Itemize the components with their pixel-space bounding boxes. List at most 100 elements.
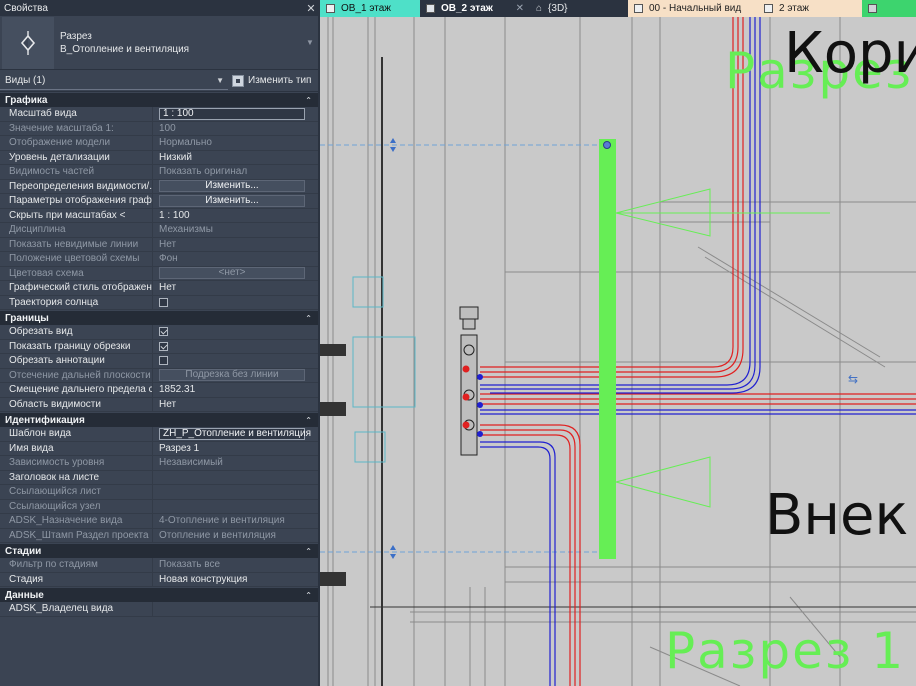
property-value-cell[interactable]: 1852.31 [152, 383, 318, 397]
tab-ov1[interactable]: ОВ_1 этаж [320, 0, 420, 17]
type-name: В_Отопление и вентиляция [60, 43, 190, 55]
close-icon[interactable]: ✕ [304, 2, 318, 15]
property-row[interactable]: Скрыть при масштабах < 1 : 100 [0, 208, 318, 223]
property-value-cell[interactable] [152, 354, 318, 368]
property-row[interactable]: Смещение дальнего предела с... 1852.31 [0, 383, 318, 398]
section-header[interactable]: Данные ⌃ [0, 588, 318, 602]
property-name: ADSK_Владелец вида [9, 603, 114, 615]
property-value-cell[interactable] [152, 470, 318, 484]
edit-type-button[interactable]: Изменить тип [232, 74, 312, 87]
property-row[interactable]: Заголовок на листе [0, 470, 318, 485]
collapse-icon[interactable]: ⌃ [305, 416, 312, 425]
view-tabs: ОВ_1 этаж ОВ_2 этаж ✕ ⌂ {3D} 00 - Началь… [320, 0, 916, 17]
section-header[interactable]: Стадии ⌃ [0, 544, 318, 558]
views-dropdown-label: Виды (1) [5, 74, 46, 86]
property-row[interactable]: Имя вида Разрез 1 [0, 441, 318, 456]
views-dropdown[interactable]: Виды (1) ▼ [0, 72, 228, 90]
property-checkbox[interactable] [159, 341, 168, 351]
property-value: 1852.31 [159, 384, 196, 396]
section-header[interactable]: Границы ⌃ [0, 311, 318, 325]
property-value-cell[interactable] [152, 325, 318, 339]
property-row[interactable]: Уровень детализации Низкий [0, 150, 318, 165]
collapse-icon[interactable]: ⌃ [305, 547, 312, 556]
property-button[interactable]: Изменить... [159, 194, 305, 207]
property-name: Обрезать аннотации [9, 355, 105, 367]
property-row[interactable]: Параметры отображения граф... Изменить... [0, 194, 318, 209]
property-row[interactable]: ADSK_Владелец вида [0, 602, 318, 617]
tab-3d[interactable]: ⌂ {3D} [530, 0, 628, 17]
property-value-cell: Нормально [152, 136, 318, 150]
section-header[interactable]: Идентификация ⌃ [0, 413, 318, 427]
properties-grid: Графика ⌃ Масштаб вида 1 : 100 Значение масш… [0, 93, 318, 617]
property-row[interactable]: Шаблон вида ZH_P_Отопление и вентиляция [0, 427, 318, 442]
property-input[interactable]: 1 : 100 [159, 107, 305, 120]
property-value-cell[interactable]: 1 : 100 [152, 208, 318, 222]
property-value-cell[interactable] [152, 602, 318, 616]
property-value: Отопление и вентиляция [159, 529, 276, 541]
property-value-cell: Показать оригинал [152, 165, 318, 179]
property-checkbox[interactable] [159, 356, 168, 366]
tab-floor2[interactable]: 2 этаж [758, 0, 862, 17]
tab-start-view[interactable]: 00 - Начальный вид [628, 0, 758, 17]
property-value-cell: 100 [152, 121, 318, 135]
property-value-cell[interactable]: Нет [152, 281, 318, 295]
property-row[interactable]: Масштаб вида 1 : 100 [0, 107, 318, 122]
tab-label: ОВ_1 этаж [341, 3, 391, 14]
property-value-cell[interactable]: ZH_P_Отопление и вентиляция [152, 427, 318, 441]
property-value-cell[interactable]: Новая конструкция [152, 572, 318, 586]
property-value-cell: Механизмы [152, 223, 318, 237]
property-value: 1 : 100 [159, 209, 190, 221]
property-value-cell: <нет> [152, 266, 318, 280]
property-value: 4-Отопление и вентиляция [159, 515, 285, 527]
property-name: Стадия [9, 573, 44, 585]
property-value-cell[interactable]: Изменить... [152, 194, 318, 208]
section-header[interactable]: Графика ⌃ [0, 93, 318, 107]
property-value-cell[interactable]: Изменить... [152, 179, 318, 193]
section-drawing[interactable]: ⇆ [320, 17, 916, 686]
property-value: Нет [159, 282, 177, 294]
property-value-cell[interactable]: 1 : 100 [152, 107, 318, 121]
property-row[interactable]: Показать границу обрезки [0, 339, 318, 354]
property-value-cell: Отопление и вентиляция [152, 528, 318, 542]
properties-title: Свойства [4, 2, 48, 14]
close-icon[interactable]: ✕ [516, 3, 524, 14]
property-value-cell[interactable] [152, 339, 318, 353]
property-row[interactable]: Обрезать вид [0, 325, 318, 340]
section-label-bottom-green: Разрез 1 [665, 622, 906, 680]
property-value-cell[interactable]: Нет [152, 397, 318, 411]
edit-type-label: Изменить тип [248, 75, 312, 86]
property-row[interactable]: Графический стиль отображен... Нет [0, 281, 318, 296]
property-value: Механизмы [159, 224, 213, 236]
property-row[interactable]: Переопределения видимости/... Изменить... [0, 179, 318, 194]
property-name: Область видимости [9, 398, 101, 410]
collapse-icon[interactable]: ⌃ [305, 96, 312, 105]
type-selector[interactable]: Разрез В_Отопление и вентиляция ▼ [0, 16, 318, 70]
property-row[interactable]: Стадия Новая конструкция [0, 572, 318, 587]
property-name: Видимость частей [9, 166, 95, 178]
property-row[interactable]: Область видимости Нет [0, 397, 318, 412]
property-name: Фильтр по стадиям [9, 559, 98, 571]
tab-extra[interactable] [862, 0, 916, 17]
property-checkbox[interactable] [159, 327, 168, 337]
property-button[interactable]: Изменить... [159, 180, 305, 193]
property-checkbox[interactable] [159, 297, 168, 307]
sheet-icon [634, 4, 643, 13]
drawing-canvas[interactable]: ⇆ Разрез Кори Внек Разрез 1 [320, 17, 916, 686]
property-value-cell [152, 485, 318, 499]
property-row: ADSK_Штамп Раздел проекта Отопление и вен… [0, 528, 318, 543]
collapse-icon[interactable]: ⌃ [305, 314, 312, 323]
property-input[interactable]: ZH_P_Отопление и вентиляция [159, 427, 311, 440]
property-button: <нет> [159, 267, 305, 280]
collapse-icon[interactable]: ⌃ [305, 591, 312, 600]
property-name: Положение цветовой схемы [9, 253, 140, 265]
property-name: Смещение дальнего предела с... [9, 384, 152, 396]
floor-plan-icon [764, 4, 773, 13]
property-row[interactable]: Обрезать аннотации [0, 354, 318, 369]
property-value-cell[interactable] [152, 295, 318, 309]
property-value-cell[interactable]: Низкий [152, 150, 318, 164]
property-row[interactable]: Траектория солнца [0, 295, 318, 310]
property-name: Заголовок на листе [9, 471, 100, 483]
chevron-down-icon[interactable]: ▼ [302, 38, 318, 47]
tab-ov2[interactable]: ОВ_2 этаж ✕ [420, 0, 530, 17]
property-value-cell[interactable]: Разрез 1 [152, 441, 318, 455]
